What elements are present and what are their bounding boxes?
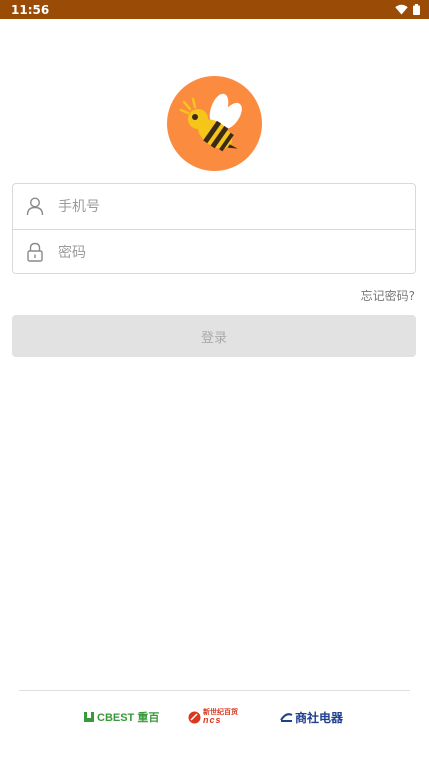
password-input[interactable] xyxy=(56,236,400,269)
battery-icon xyxy=(413,4,420,15)
shangshe-brand-name: 商社电器 xyxy=(295,710,344,725)
user-icon xyxy=(26,197,44,216)
wifi-icon xyxy=(395,4,408,15)
footer-divider xyxy=(19,690,410,691)
bee-icon xyxy=(179,93,242,152)
shangshe-logo-icon xyxy=(280,713,293,722)
xinshiji-brand-subname: ncs xyxy=(203,715,222,725)
brand-logo-cbest: CBEST 重百 xyxy=(83,709,159,725)
cbest-brand-name: CBEST 重百 xyxy=(97,712,160,724)
login-form xyxy=(12,183,416,274)
cbest-logo-icon xyxy=(84,712,94,722)
forgot-password-link[interactable]: 忘记密码? xyxy=(361,287,415,304)
lock-icon xyxy=(27,242,43,262)
xinshiji-logo-icon xyxy=(188,711,201,723)
status-icons xyxy=(395,4,420,15)
phone-input[interactable] xyxy=(56,190,400,223)
status-time: 11:56 xyxy=(11,2,50,17)
brand-logo-shangshe: 商社电器 xyxy=(280,709,343,725)
phone-field xyxy=(13,184,415,229)
brand-logo-xinshiji: 新世纪百货 ncs xyxy=(188,709,238,725)
password-field xyxy=(13,229,415,275)
status-bar: 11:56 xyxy=(0,0,429,19)
login-button[interactable]: 登录 xyxy=(12,315,416,357)
app-logo xyxy=(167,76,262,171)
